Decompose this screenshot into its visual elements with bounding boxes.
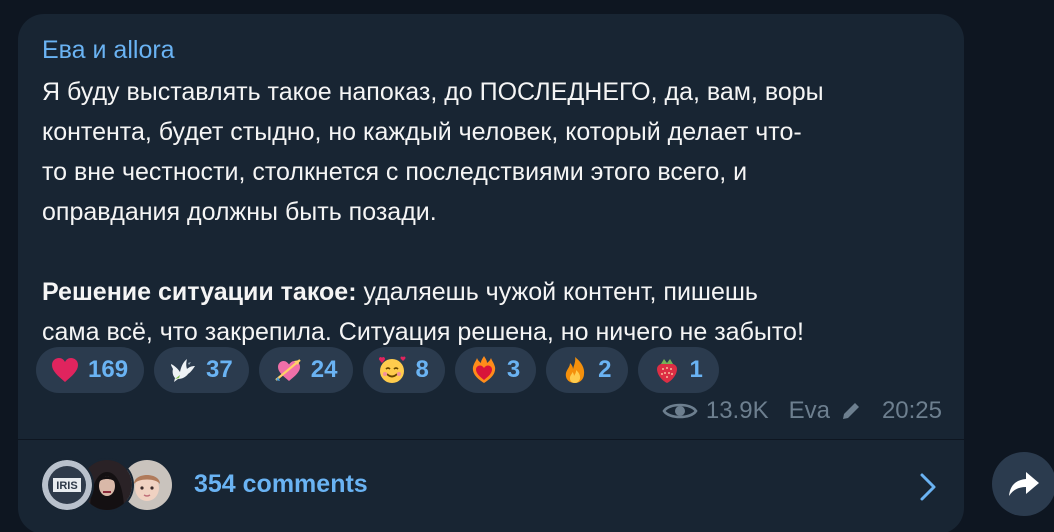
message-line-rest: удаляешь чужой контент, пишешь	[356, 278, 758, 306]
eye-icon	[662, 403, 698, 419]
dove-emoji	[171, 359, 196, 382]
avatar: IRIS	[40, 458, 94, 512]
post-message-text: Я буду выставлять такое напоказ, до ПОСЛ…	[42, 72, 942, 352]
reaction-strawberry[interactable]: 1	[637, 347, 719, 393]
post-meta: 13.9K Eva 20:25	[662, 397, 942, 425]
reaction-heart[interactable]: 169	[36, 347, 145, 393]
reaction-fire[interactable]: 2	[546, 347, 628, 393]
message-line: Решение ситуации такое: удаляешь чужой к…	[42, 272, 942, 312]
avatar-logo-text: IRIS	[56, 480, 77, 492]
heart-on-fire-emoji	[472, 356, 495, 383]
reaction-dove[interactable]: 37	[154, 347, 249, 393]
message-line: то вне честности, столкнется с последств…	[42, 158, 748, 186]
message-bold-label: Решение ситуации такое:	[42, 278, 357, 306]
share-arrow-icon	[1009, 472, 1039, 496]
reactions-row: 169 37 24 8 3 2 1	[36, 347, 719, 393]
reaction-smiling-face-hearts[interactable]: 8	[363, 347, 445, 393]
reaction-count: 2	[598, 356, 612, 383]
reaction-count: 8	[415, 356, 429, 383]
chevron-right-icon	[920, 473, 936, 501]
message-line: сама всё, что закрепила. Ситуация решена…	[42, 318, 804, 346]
reaction-heart-on-fire[interactable]: 3	[454, 347, 537, 393]
reaction-count: 169	[88, 356, 129, 383]
reaction-heart-arrow[interactable]: 24	[258, 347, 354, 393]
share-button[interactable]	[992, 452, 1054, 516]
reaction-count: 37	[206, 356, 233, 383]
comments-count-label: 354 comments	[194, 470, 368, 498]
post-time: 20:25	[881, 397, 942, 424]
smiling-face-hearts-emoji	[379, 356, 406, 383]
chat-view: Ева и allora Я буду выставлять такое нап…	[0, 0, 1054, 532]
reaction-count: 24	[310, 356, 338, 383]
strawberry-emoji	[656, 359, 677, 383]
message-line: контента, будет стыдно, но каждый челове…	[42, 118, 802, 146]
message-line: оправдания должны быть позади.	[42, 198, 437, 226]
views-count: 13.9K	[705, 397, 769, 424]
comments-button[interactable]: IRIS 354 comments	[18, 440, 964, 532]
heart-arrow-emoji	[275, 359, 301, 381]
avatar-iris-logo: IRIS	[42, 460, 92, 510]
reaction-count: 1	[689, 356, 703, 383]
reaction-count: 3	[506, 356, 521, 383]
heart-emoji	[52, 358, 78, 382]
message-line: Я буду выставлять такое напоказ, до ПОСЛ…	[42, 78, 824, 106]
pencil-icon	[842, 403, 859, 419]
post-sender-name[interactable]: Ева и allora	[42, 36, 175, 65]
channel-post-bubble: Ева и allora Я буду выставлять такое нап…	[18, 14, 964, 532]
post-author-signature: Eva	[788, 397, 830, 424]
fire-emoji	[565, 357, 585, 383]
commenter-avatars: IRIS	[40, 458, 180, 512]
